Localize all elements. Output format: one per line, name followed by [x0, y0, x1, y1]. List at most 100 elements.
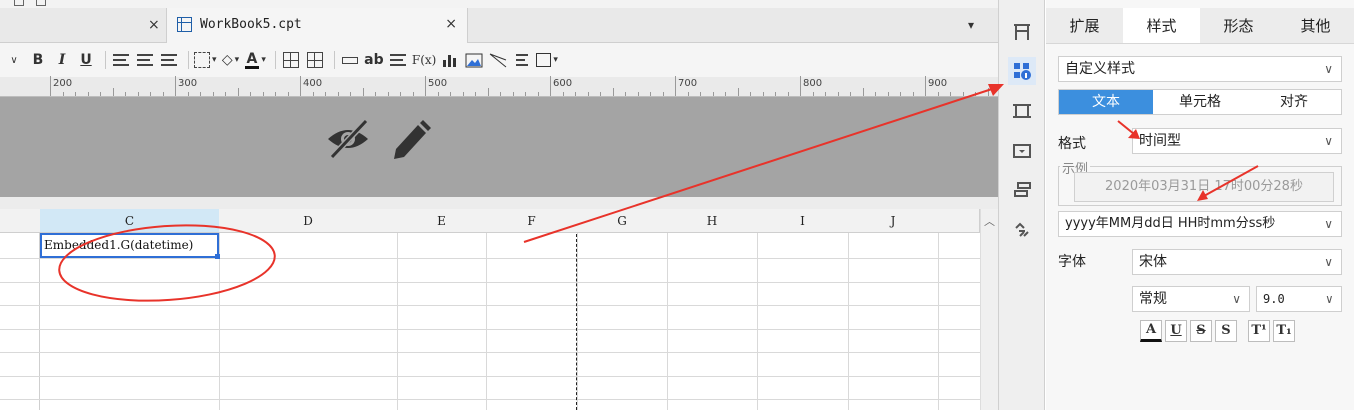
column-header-k[interactable]: [938, 209, 980, 233]
column-header-d[interactable]: D: [219, 209, 398, 233]
mini-icon: [14, 0, 24, 6]
column-gridline: [577, 233, 578, 410]
ruler-minor-tick: [850, 92, 851, 96]
column-header-c[interactable]: C: [40, 209, 220, 233]
ruler-major-tick: [300, 76, 301, 96]
insert-text-field-button[interactable]: [340, 48, 360, 72]
condition-attribute-button[interactable]: [1008, 176, 1036, 204]
bold-button[interactable]: B: [28, 48, 48, 72]
sub-tab-text[interactable]: 文本: [1059, 90, 1153, 114]
font-family-select[interactable]: 宋体 ∨: [1132, 249, 1342, 275]
toolbar-divider: [274, 51, 276, 69]
insert-chart-button[interactable]: [440, 48, 460, 72]
cell-element-button[interactable]: [1008, 18, 1036, 46]
column-header-e[interactable]: E: [397, 209, 487, 233]
subscript-button[interactable]: T₁: [1273, 320, 1295, 342]
ruler-minor-tick: [150, 92, 151, 96]
tab-other[interactable]: 其他: [1277, 8, 1354, 43]
selected-cell-c1[interactable]: Embedded1.G(datetime): [40, 233, 219, 258]
fill-color-button[interactable]: ◇ ▾: [221, 48, 241, 72]
ruler-minor-tick: [137, 92, 139, 96]
tab-workbook5[interactable]: WorkBook5.cpt ×: [166, 8, 468, 43]
shadow-button[interactable]: S: [1215, 320, 1237, 342]
sub-tab-align[interactable]: 对齐: [1247, 90, 1341, 114]
format-select[interactable]: 时间型 ∨: [1132, 128, 1342, 154]
widget-settings-button[interactable]: [1008, 97, 1036, 125]
column-header-g[interactable]: G: [577, 209, 668, 233]
chevron-down-icon[interactable]: ∨: [4, 48, 24, 72]
insert-text-button[interactable]: ab: [364, 48, 384, 72]
align-right-button[interactable]: [159, 48, 179, 72]
superscript-button[interactable]: T¹: [1248, 320, 1270, 342]
underline-button[interactable]: U: [1165, 320, 1187, 342]
ruler-minor-tick: [712, 92, 714, 96]
tab-form[interactable]: 形态: [1200, 8, 1277, 43]
insert-image-button[interactable]: [464, 48, 484, 72]
tab-close-button[interactable]: ×: [445, 16, 457, 32]
ruler-minor-tick: [875, 92, 876, 96]
column-gridline: [397, 233, 398, 410]
underline-button[interactable]: U: [76, 48, 96, 72]
ruler-label: 600: [553, 78, 573, 89]
scroll-up-icon[interactable]: ︿: [984, 213, 995, 229]
align-center-button[interactable]: [135, 48, 155, 72]
font-size-select[interactable]: 9.0 ∨: [1256, 286, 1342, 312]
format-label: 格式: [1058, 136, 1086, 152]
ruler-minor-tick: [587, 92, 589, 96]
style-type-value: 自定义样式: [1065, 61, 1135, 77]
column-header-h[interactable]: H: [667, 209, 758, 233]
column-header-f[interactable]: F: [486, 209, 578, 233]
tab-style[interactable]: 样式: [1123, 8, 1200, 43]
strikethrough-button[interactable]: S: [1190, 320, 1212, 342]
property-icon-strip: [998, 0, 1045, 410]
pattern-select[interactable]: yyyy年MM月dd日 HH时mm分ss秒 ∨: [1058, 211, 1342, 237]
column-gridline: [757, 233, 758, 410]
vertical-scrollbar[interactable]: ︿: [980, 209, 998, 410]
font-color-button[interactable]: A: [1140, 320, 1162, 342]
font-label: 字体: [1058, 254, 1086, 270]
ruler-minor-tick: [725, 92, 726, 96]
page-break-line: [576, 234, 577, 410]
hyperlink-button[interactable]: [1008, 216, 1036, 244]
tab-extend[interactable]: 扩展: [1046, 8, 1123, 43]
insert-frame-button[interactable]: ▾: [536, 48, 558, 72]
ruler-major-tick: [925, 76, 926, 96]
pattern-value: yyyy年MM月dd日 HH时mm分ss秒: [1065, 216, 1276, 231]
tab-workbook-icon: [177, 17, 192, 32]
ruler-minor-tick: [250, 92, 251, 96]
unmerge-cells-button[interactable]: [305, 48, 325, 72]
tab-menu-button[interactable]: ▾: [968, 18, 974, 32]
ruler-minor-tick: [662, 92, 664, 96]
sub-tab-cell[interactable]: 单元格: [1153, 90, 1247, 114]
ruler-minor-tick: [87, 92, 89, 96]
fill-handle[interactable]: [215, 254, 220, 259]
italic-button[interactable]: I: [52, 48, 72, 72]
insert-formula-button[interactable]: F(x): [412, 48, 436, 72]
dropdown-widget-button[interactable]: [1008, 137, 1036, 165]
band-icons: [328, 118, 431, 160]
style-type-select[interactable]: 自定义样式 ∨: [1058, 56, 1342, 82]
insert-richtext-button[interactable]: [388, 48, 408, 72]
cell-attribute-button[interactable]: [1008, 57, 1036, 85]
previous-tab-close-button[interactable]: ×: [148, 17, 160, 33]
row-gridline: [0, 258, 980, 259]
merge-cells-button[interactable]: [281, 48, 301, 72]
column-gridline: [938, 233, 939, 410]
insert-slash-button[interactable]: [488, 48, 508, 72]
font-style-select[interactable]: 常规 ∨: [1132, 286, 1250, 312]
ruler-minor-tick: [487, 88, 489, 96]
font-color-icon: A: [244, 50, 260, 69]
column-gridline: [848, 233, 849, 410]
ruler-minor-tick: [325, 92, 326, 96]
align-left-button[interactable]: [111, 48, 131, 72]
format-toolbar: ∨ B I U ▾ ◇ ▾ A ▾ ab F(x) ▾: [0, 43, 998, 77]
column-gridline: [667, 233, 668, 410]
border-button[interactable]: ▾: [194, 48, 217, 72]
align-center-icon: [137, 54, 153, 66]
font-color-button[interactable]: A ▾: [244, 48, 266, 72]
column-header-j[interactable]: J: [848, 209, 939, 233]
column-header-i[interactable]: I: [757, 209, 849, 233]
ruler-minor-tick: [450, 92, 451, 96]
ruler-minor-tick: [525, 92, 526, 96]
insert-subreport-button[interactable]: [512, 48, 532, 72]
